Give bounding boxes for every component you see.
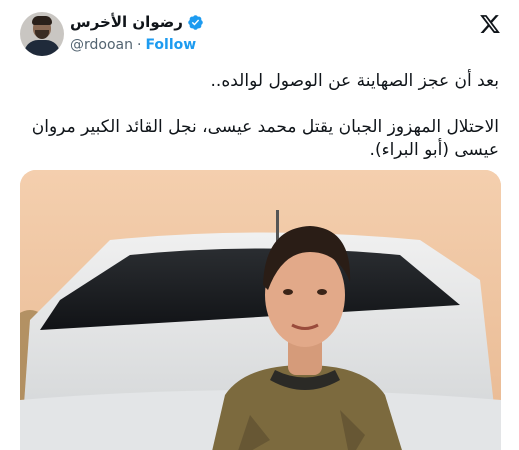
display-name[interactable]: رضوان الأخرس xyxy=(70,13,183,31)
tweet-paragraph-1: بعد أن عجز الصهاينة عن الوصول لوالده.. xyxy=(210,71,499,91)
photo-illustration xyxy=(20,170,501,450)
user-handle[interactable]: @rdooan xyxy=(70,37,133,53)
tweet-text: بعد أن عجز الصهاينة عن الوصول لوالده.. ا… xyxy=(20,70,499,162)
x-logo-icon[interactable] xyxy=(479,13,501,35)
separator-dot: · xyxy=(136,37,142,53)
verified-badge-icon xyxy=(188,14,203,30)
author-name-row: رضوان الأخرس xyxy=(70,13,204,31)
follow-button[interactable]: Follow xyxy=(145,37,196,53)
user-avatar[interactable] xyxy=(20,12,64,56)
tweet-photo[interactable] xyxy=(20,170,501,450)
tweet-paragraph-2: الاحتلال المهزوز الجبان يقتل محمد عيسى، … xyxy=(31,117,499,160)
tweet-card: رضوان الأخرس @rdooan · Follow بعد أن عجز… xyxy=(0,0,519,450)
author-meta-row: @rdooan · Follow xyxy=(70,37,196,53)
